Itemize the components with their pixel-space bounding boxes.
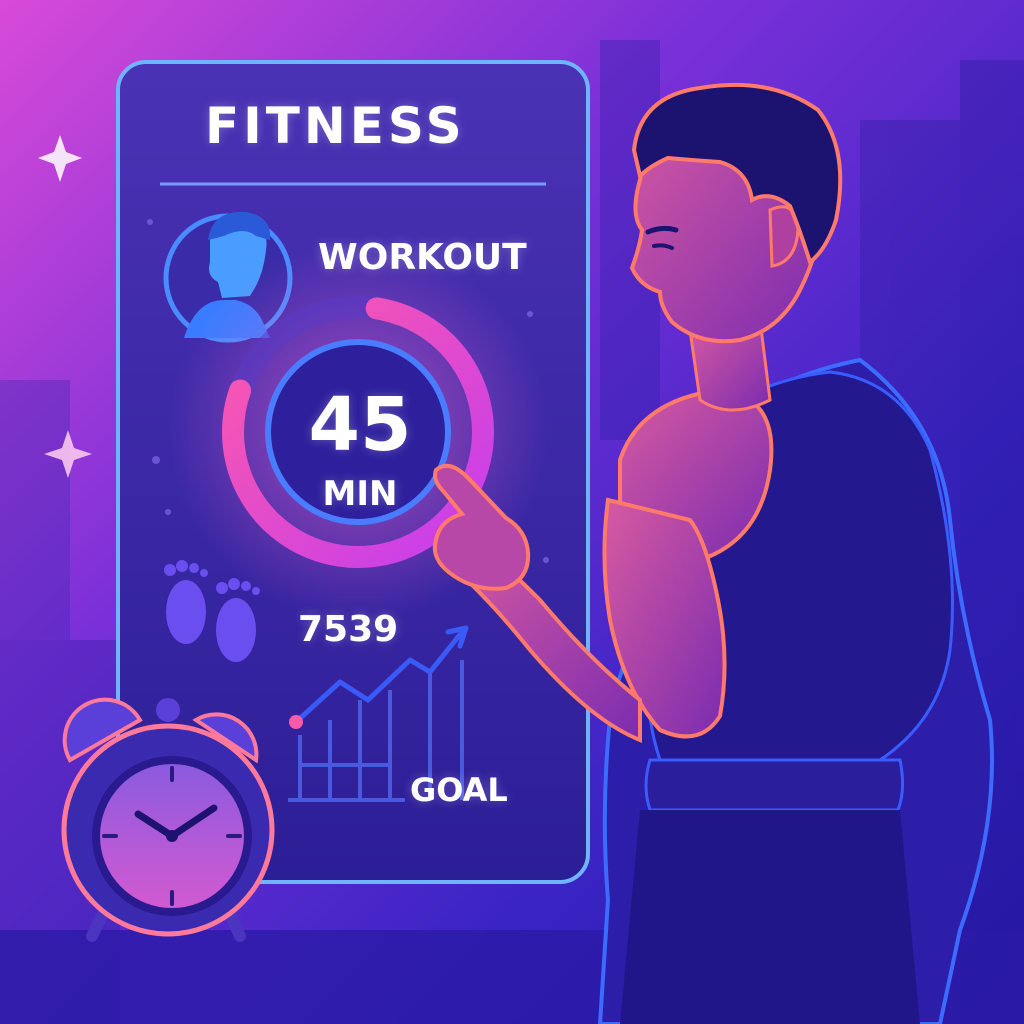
workout-label: WORKOUT bbox=[318, 237, 527, 278]
scene-artwork bbox=[0, 0, 1024, 1024]
workout-minutes-unit: MIN bbox=[322, 474, 398, 514]
goal-label: GOAL bbox=[410, 771, 508, 809]
workout-minutes-value: 45 bbox=[308, 382, 412, 468]
alarm-clock-icon bbox=[61, 697, 275, 942]
panel-title: FITNESS bbox=[205, 97, 466, 155]
steps-count: 7539 bbox=[298, 609, 399, 650]
fitness-illustration: FITNESS WORKOUT 45 MIN 7539 GOAL bbox=[0, 0, 1024, 1024]
